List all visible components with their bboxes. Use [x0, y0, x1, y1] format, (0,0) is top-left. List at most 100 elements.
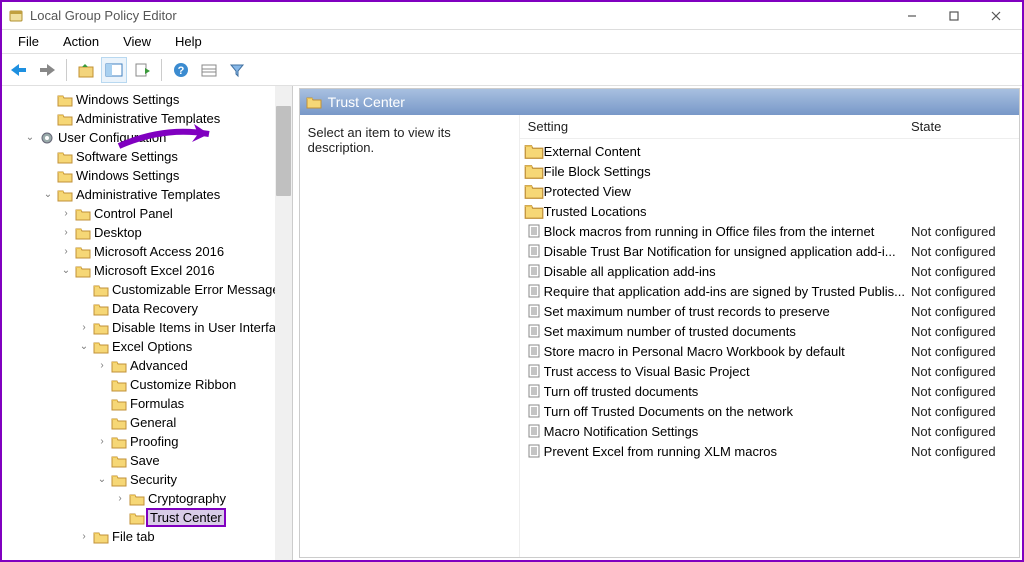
tree-node[interactable]: Administrative Templates	[6, 109, 292, 128]
list-label: Trusted Locations	[544, 204, 911, 219]
folder-icon	[93, 302, 109, 316]
policy-icon	[524, 444, 544, 458]
tree-node[interactable]: Formulas	[6, 394, 292, 413]
expand-icon[interactable]: ⌄	[78, 341, 90, 353]
tree-node[interactable]: ›Disable Items in User Interface	[6, 318, 292, 337]
column-headers[interactable]: Setting State	[520, 115, 1019, 139]
maximize-button[interactable]	[934, 5, 974, 27]
tree-label: Windows Settings	[76, 92, 179, 108]
tree-node[interactable]: ⌄ Administrative Templates	[6, 185, 292, 204]
folder-icon	[111, 454, 127, 468]
menu-view[interactable]: View	[111, 32, 163, 51]
tree-node[interactable]: Save	[6, 451, 292, 470]
list-folder[interactable]: External Content	[520, 141, 1019, 161]
tree-node[interactable]: ⌄ User Configuration	[6, 128, 292, 147]
list-policy[interactable]: Disable Trust Bar Notification for unsig…	[520, 241, 1019, 261]
tree-scrollbar[interactable]	[275, 86, 292, 560]
list-label: Turn off Trusted Documents on the networ…	[544, 404, 911, 419]
list-policy[interactable]: Trust access to Visual Basic ProjectNot …	[520, 361, 1019, 381]
list-label: Disable all application add-ins	[544, 264, 911, 279]
list-policy[interactable]: Disable all application add-insNot confi…	[520, 261, 1019, 281]
up-one-level-button[interactable]	[73, 57, 99, 83]
window-title: Local Group Policy Editor	[30, 8, 892, 23]
tree-node[interactable]: ›Control Panel	[6, 204, 292, 223]
list-policy[interactable]: Set maximum number of trusted documentsN…	[520, 321, 1019, 341]
list-state: Not configured	[911, 404, 1019, 419]
list-policy[interactable]: Turn off Trusted Documents on the networ…	[520, 401, 1019, 421]
expand-icon[interactable]: ›	[78, 531, 90, 543]
export-list-button[interactable]	[129, 57, 155, 83]
tree-label: User Configuration	[58, 130, 166, 146]
list-policy[interactable]: Macro Notification SettingsNot configure…	[520, 421, 1019, 441]
list-label: Trust access to Visual Basic Project	[544, 364, 911, 379]
expand-icon[interactable]: ›	[114, 493, 126, 505]
list-policy[interactable]: Block macros from running in Office file…	[520, 221, 1019, 241]
tree-node[interactable]: Windows Settings	[6, 166, 292, 185]
tree-node[interactable]: ›Proofing	[6, 432, 292, 451]
policy-icon	[524, 324, 544, 338]
detail-title: Trust Center	[328, 94, 405, 110]
folder-icon	[129, 492, 145, 506]
list-policy[interactable]: Store macro in Personal Macro Workbook b…	[520, 341, 1019, 361]
list-policy[interactable]: Prevent Excel from running XLM macrosNot…	[520, 441, 1019, 461]
forward-button[interactable]	[34, 57, 60, 83]
tree-label: Administrative Templates	[76, 187, 220, 203]
column-setting[interactable]: Setting	[520, 119, 911, 134]
menu-file[interactable]: File	[6, 32, 51, 51]
list-policy[interactable]: Turn off trusted documentsNot configured	[520, 381, 1019, 401]
list-folder[interactable]: Trusted Locations	[520, 201, 1019, 221]
menu-help[interactable]: Help	[163, 32, 214, 51]
tree-node[interactable]: ⌄Microsoft Excel 2016	[6, 261, 292, 280]
tree-label: Data Recovery	[112, 301, 198, 317]
list-label: Store macro in Personal Macro Workbook b…	[544, 344, 911, 359]
properties-button[interactable]	[196, 57, 222, 83]
folder-icon	[111, 416, 127, 430]
close-button[interactable]	[976, 5, 1016, 27]
tree-node[interactable]: ›File tab	[6, 527, 292, 546]
tree-node[interactable]: Windows Settings	[6, 90, 292, 109]
list-state: Not configured	[911, 284, 1019, 299]
tree-node[interactable]: ›Cryptography	[6, 489, 292, 508]
column-state[interactable]: State	[911, 119, 1019, 134]
folder-icon	[129, 511, 145, 525]
list-state: Not configured	[911, 304, 1019, 319]
expand-icon[interactable]: ⌄	[24, 132, 36, 144]
list-label: Protected View	[544, 184, 911, 199]
expand-icon[interactable]: ⌄	[60, 265, 72, 277]
menu-action[interactable]: Action	[51, 32, 111, 51]
tree-node[interactable]: ›Desktop	[6, 223, 292, 242]
list-policy[interactable]: Require that application add-ins are sig…	[520, 281, 1019, 301]
tree-node[interactable]: Trust Center	[6, 508, 292, 527]
expand-icon[interactable]: ›	[96, 360, 108, 372]
expand-icon[interactable]: ›	[96, 436, 108, 448]
expand-icon[interactable]: ⌄	[42, 189, 54, 201]
tree-node[interactable]: ›Microsoft Access 2016	[6, 242, 292, 261]
expand-icon[interactable]: ›	[60, 246, 72, 258]
folder-icon	[93, 283, 109, 297]
expand-icon[interactable]: ›	[60, 208, 72, 220]
list-folder[interactable]: File Block Settings	[520, 161, 1019, 181]
tree-node[interactable]: Customize Ribbon	[6, 375, 292, 394]
tree-node[interactable]: › Advanced	[6, 356, 292, 375]
back-button[interactable]	[6, 57, 32, 83]
expand-icon[interactable]: ⌄	[96, 474, 108, 486]
tree-label: Advanced	[130, 358, 188, 374]
tree-node[interactable]: ⌄Security	[6, 470, 292, 489]
list-policy[interactable]: Set maximum number of trust records to p…	[520, 301, 1019, 321]
tree-node[interactable]: Customizable Error Messages	[6, 280, 292, 299]
filter-button[interactable]	[224, 57, 250, 83]
tree-node[interactable]: Data Recovery	[6, 299, 292, 318]
tree-node[interactable]: General	[6, 413, 292, 432]
minimize-button[interactable]	[892, 5, 932, 27]
help-button[interactable]: ?	[168, 57, 194, 83]
folder-icon	[57, 169, 73, 183]
show-hide-tree-button[interactable]	[101, 57, 127, 83]
tree-node[interactable]: ⌄Excel Options	[6, 337, 292, 356]
tree-node[interactable]: Software Settings	[6, 147, 292, 166]
list-folder[interactable]: Protected View	[520, 181, 1019, 201]
expand-icon[interactable]: ›	[78, 322, 90, 334]
tree-label: Customizable Error Messages	[112, 282, 286, 298]
svg-text:?: ?	[178, 65, 185, 77]
folder-icon	[75, 226, 91, 240]
expand-icon[interactable]: ›	[60, 227, 72, 239]
